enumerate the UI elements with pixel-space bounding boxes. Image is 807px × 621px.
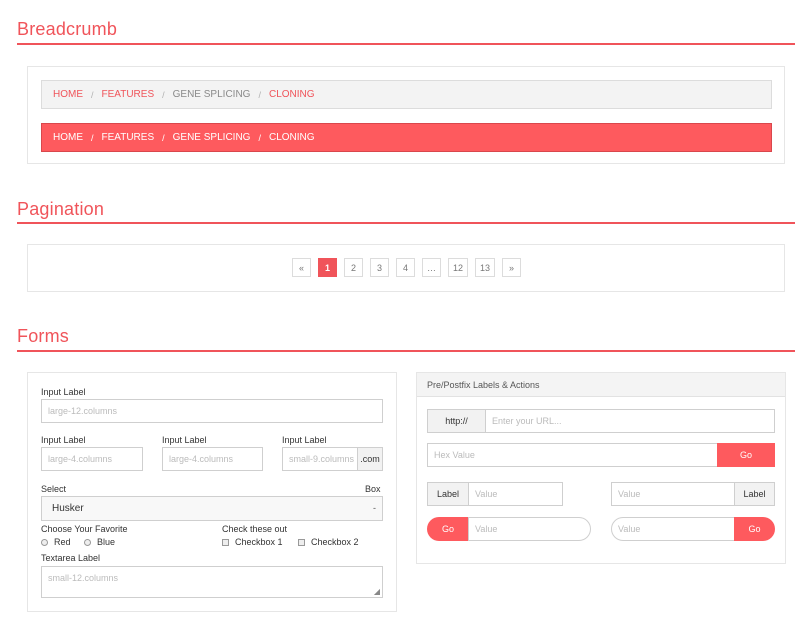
select-caret-icon: - — [373, 503, 376, 513]
value-input[interactable]: Value — [468, 482, 563, 506]
pagination-page-4[interactable]: 4 — [396, 258, 415, 277]
pagination-page-13[interactable]: 13 — [475, 258, 496, 277]
com-postfix: .com — [357, 447, 383, 471]
breadcrumb-separator: / — [258, 89, 261, 100]
input-label: Input Label — [162, 435, 207, 445]
select-value: Husker — [52, 503, 84, 514]
forms-panel: Input Label large-12.columns Input Label… — [27, 372, 397, 612]
label-prefix: Label — [427, 482, 469, 506]
large-4-input[interactable]: large-4.columns — [41, 447, 143, 471]
go-button-rounded[interactable]: Go — [734, 517, 775, 541]
radio-icon — [84, 538, 91, 546]
checkbox-group-title: Check these out — [222, 524, 288, 534]
resize-grip-icon[interactable]: ◢ — [374, 588, 380, 596]
breadcrumb-panel: Home / Features / Gene Splicing / Clonin… — [27, 66, 785, 164]
pagination-section-title: Pagination — [17, 199, 105, 219]
textarea-label: Textarea Label — [41, 553, 101, 563]
value-input-rounded[interactable]: Value — [468, 517, 591, 541]
select-right-label: Box — [365, 484, 381, 494]
input-label: Input Label — [41, 435, 86, 445]
checkbox-2[interactable]: Checkbox 2 — [298, 537, 359, 547]
breadcrumb-dark: Home / Features / Gene Splicing / Clonin… — [41, 123, 772, 152]
value-input[interactable]: Value — [611, 482, 735, 506]
radio-group-title: Choose Your Favorite — [41, 524, 128, 534]
go-button-rounded[interactable]: Go — [427, 517, 469, 541]
select-label: Select — [41, 484, 67, 494]
go-button[interactable]: Go — [717, 443, 775, 467]
breadcrumb-separator: / — [162, 132, 165, 143]
pagination-page-12[interactable]: 12 — [448, 258, 469, 277]
pagination-prev[interactable]: « — [292, 258, 311, 277]
prepost-header: Pre/Postfix Labels & Actions — [417, 373, 785, 397]
checkbox-icon — [222, 538, 229, 546]
input-label: Input Label — [41, 387, 86, 397]
husker-select[interactable]: Husker - — [41, 496, 383, 521]
radio-blue-label: Blue — [97, 537, 116, 547]
pagination-page-3[interactable]: 3 — [370, 258, 389, 277]
textarea[interactable]: small-12.columns ◢ — [41, 566, 383, 598]
forms-section-title: Forms — [17, 326, 69, 346]
large-4-input[interactable]: large-4.columns — [162, 447, 263, 471]
forms-section-rule — [17, 350, 795, 352]
breadcrumb-section-title: Breadcrumb — [17, 19, 118, 39]
breadcrumb-separator: / — [91, 132, 94, 143]
input-label: Input Label — [282, 435, 327, 445]
pagination-page-1[interactable]: 1 — [318, 258, 337, 277]
breadcrumb-features-link[interactable]: Features — [102, 89, 155, 100]
pagination-page-2[interactable]: 2 — [344, 258, 363, 277]
large-12-input[interactable]: large-12.columns — [41, 399, 383, 423]
breadcrumb-home-link[interactable]: Home — [53, 89, 83, 100]
hex-value-input[interactable]: Hex Value — [427, 443, 718, 467]
radio-red[interactable]: Red — [41, 537, 71, 547]
breadcrumb-section-rule — [17, 43, 795, 45]
textarea-placeholder: small-12.columns — [48, 573, 119, 583]
pagination: « 1 2 3 4 … 12 13 » — [292, 258, 528, 277]
checkbox-1-label: Checkbox 1 — [235, 537, 283, 547]
breadcrumb-separator: / — [162, 89, 165, 100]
breadcrumb-features-link[interactable]: Features — [102, 132, 155, 143]
pagination-next[interactable]: » — [502, 258, 522, 277]
radio-icon — [41, 538, 48, 546]
breadcrumb-gene-splicing: Gene Splicing — [172, 89, 251, 100]
breadcrumb-cloning-link[interactable]: Cloning — [269, 89, 315, 100]
url-input[interactable]: Enter your URL... — [485, 409, 775, 433]
pagination-panel: « 1 2 3 4 … 12 13 » — [27, 244, 785, 292]
pagination-ellipsis: … — [422, 258, 441, 277]
small-9-input[interactable]: small-9.columns — [282, 447, 358, 471]
breadcrumb-separator: / — [258, 132, 261, 143]
radio-blue[interactable]: Blue — [84, 537, 115, 547]
checkbox-1[interactable]: Checkbox 1 — [222, 537, 283, 547]
pagination-section-rule — [17, 222, 795, 224]
breadcrumb-light: Home / Features / Gene Splicing / Clonin… — [41, 80, 772, 109]
breadcrumb-gene-splicing[interactable]: Gene Splicing — [173, 132, 251, 143]
breadcrumb-separator: / — [91, 89, 94, 100]
http-prefix: http:// — [427, 409, 486, 433]
prepost-panel: Pre/Postfix Labels & Actions http:// Ent… — [416, 372, 786, 564]
breadcrumb-home-link[interactable]: Home — [53, 132, 83, 143]
label-postfix: Label — [734, 482, 775, 506]
radio-red-label: Red — [54, 537, 71, 547]
checkbox-2-label: Checkbox 2 — [311, 537, 359, 547]
value-input-rounded[interactable]: Value — [611, 517, 735, 541]
breadcrumb-cloning-link[interactable]: Cloning — [269, 132, 315, 143]
checkbox-icon — [298, 538, 305, 546]
